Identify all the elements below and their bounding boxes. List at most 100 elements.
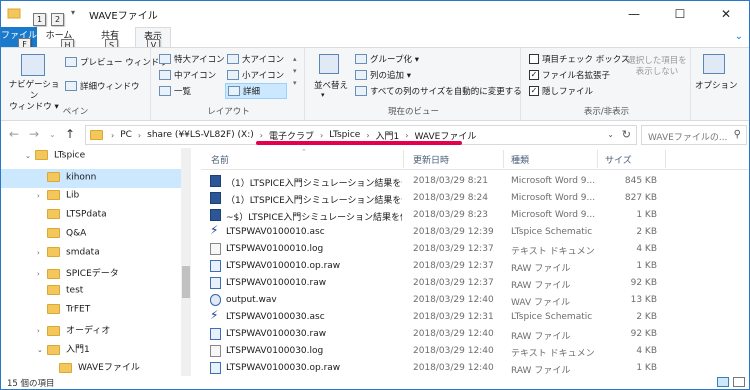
nav-item-label: Lib [66, 190, 80, 201]
nav-item-trfet[interactable]: TrFET [1, 304, 181, 323]
layout-extra-large-icons[interactable]: 特大アイコン [159, 53, 225, 65]
column-divider[interactable] [403, 150, 404, 168]
nav-item-kihonn[interactable]: kihonn [1, 169, 181, 188]
collapsed-arrow-icon[interactable]: › [37, 192, 47, 200]
recent-chevron-icon[interactable]: ⌄ [49, 130, 56, 139]
options-icon[interactable] [703, 54, 725, 74]
minimize-button[interactable]: — [611, 1, 657, 27]
autosize-columns-button[interactable]: すべての列のサイズを自動的に変更する [355, 85, 522, 97]
window-title: WAVEファイル [89, 11, 158, 22]
file-row[interactable]: LTSPWAV0100030.raw 2018/03/29 12:40 RAW ファ… [201, 326, 741, 343]
details-pane-button[interactable]: 詳細ウィンドウ [65, 80, 140, 92]
group-label-show-hide: 表示/非表示 [583, 107, 630, 117]
column-header-type[interactable]: 種類 [511, 153, 529, 166]
item-checkboxes-checkbox[interactable] [529, 54, 539, 64]
column-header-date[interactable]: 更新日時 [413, 153, 449, 166]
column-header-size[interactable]: サイズ [605, 153, 632, 166]
nav-item-audio[interactable]: › オーディオ [1, 323, 181, 342]
breadcrumb-pc[interactable]: PC [120, 130, 132, 140]
breadcrumb-ltspice[interactable]: LTspice [329, 130, 360, 140]
file-row[interactable]: LTSPWAV0100010.raw 2018/03/29 12:37 RAW ファ… [201, 275, 741, 292]
ribbon-expand-icon[interactable]: ⌄ [735, 31, 743, 42]
address-dropdown-icon[interactable]: ⌄ [607, 130, 614, 139]
nav-item-ltspice[interactable]: ⌄ LTspice [1, 150, 181, 169]
file-extensions-checkbox[interactable]: ✓ [529, 70, 539, 80]
hide-selected-items-button[interactable]: 選択した項目を 表示しない [625, 56, 689, 78]
nav-item-label: test [66, 285, 84, 296]
layout-scroll-arrows-icon[interactable]: ▴ ▾ ▾ [293, 53, 297, 89]
breadcrumb-wave-files[interactable]: WAVEファイル [414, 129, 476, 142]
autosize-columns-label: すべての列のサイズを自動的に変更する [370, 87, 522, 97]
layout-details[interactable]: 詳細 [225, 83, 288, 99]
navigation-pane-icon[interactable] [21, 54, 45, 76]
large-icons-view-icon[interactable] [733, 377, 745, 387]
hidden-items-checkbox[interactable]: ✓ [529, 86, 539, 96]
nav-item-smdata[interactable]: › smdata [1, 247, 181, 266]
file-row[interactable]: （1）LTSPICE入門シミュレーション結果を保... 2018/03/29 8:… [201, 173, 741, 190]
layout-large-icons[interactable]: 大アイコン [227, 53, 284, 65]
folder-icon [47, 190, 60, 200]
layout-list[interactable]: 一覧 [159, 85, 191, 97]
column-divider[interactable] [597, 150, 598, 168]
collapsed-arrow-icon[interactable]: › [37, 270, 47, 278]
nav-item-qa[interactable]: Q&A [1, 228, 181, 247]
expanded-arrow-icon[interactable]: ⌄ [25, 152, 35, 160]
collapsed-arrow-icon[interactable]: › [37, 327, 47, 335]
nav-item-ltspdata[interactable]: LTSPdata [1, 209, 181, 228]
ribbon: ナビゲーション ウィンドウ ▾ プレビュー ウィンドウ 詳細ウィンドウ ペイン … [1, 47, 749, 121]
expanded-arrow-icon[interactable]: ⌄ [37, 346, 47, 354]
file-extensions-toggle[interactable]: ✓ ファイル名拡張子 [529, 69, 610, 81]
up-arrow-icon[interactable]: ↑ [65, 127, 75, 141]
breadcrumb-denshi-club[interactable]: 電子クラブ [269, 129, 314, 142]
group-by-button[interactable]: グループ化 ▾ [355, 53, 419, 65]
file-row[interactable]: ⚡ LTSPWAV0100010.asc 2018/03/29 12:39 LTspi… [201, 224, 741, 241]
layout-medium-icons[interactable]: 中アイコン [159, 69, 216, 81]
close-button[interactable]: ✕ [703, 1, 749, 27]
file-date: 2018/03/29 12:39 [413, 227, 494, 237]
file-row[interactable]: output.wav 2018/03/29 12:40 WAV ファイル 13 KB [201, 292, 741, 309]
sort-chevron-icon[interactable]: ▾ [321, 91, 325, 99]
nav-item-lib[interactable]: › Lib [1, 190, 181, 209]
file-extensions-label: ファイル名拡張子 [542, 71, 611, 81]
add-columns-button[interactable]: 列の追加 ▾ [355, 69, 411, 81]
file-row[interactable]: LTSPWAV0100030.log 2018/03/29 12:40 テキスト ド… [201, 343, 741, 360]
breadcrumb-nyumon1[interactable]: 入門1 [376, 129, 400, 142]
scrollbar-thumb[interactable] [182, 266, 190, 298]
sort-icon[interactable] [319, 54, 339, 74]
file-row[interactable]: ~$）LTSPICE入門シミュレーション結果を保存... 2018/03/29 8… [201, 207, 741, 224]
layout-small-icons[interactable]: 小アイコン [227, 69, 284, 81]
maximize-button[interactable]: ☐ [657, 1, 703, 27]
collapsed-arrow-icon[interactable]: › [37, 249, 47, 257]
hidden-items-toggle[interactable]: ✓ 隠しファイル [529, 85, 593, 97]
quick-access-chevron-icon[interactable]: ▾ [71, 8, 75, 17]
column-divider[interactable] [503, 150, 504, 168]
column-divider[interactable] [665, 150, 666, 168]
refresh-icon[interactable]: ↻ [622, 128, 631, 141]
nav-item-spice-data[interactable]: › SPICEデータ [1, 266, 181, 285]
sort-button[interactable]: 並べ替え [311, 79, 351, 91]
nav-item-test[interactable]: test [1, 285, 181, 304]
forward-arrow-icon[interactable]: → [29, 127, 39, 141]
file-row[interactable]: LTSPWAV0100010.op.raw 2018/03/29 12:37 RAW… [201, 258, 741, 275]
layout-label: 大アイコン [242, 55, 285, 65]
file-row[interactable]: （1）LTSPICE入門シミュレーション結果を保... 2018/03/29 8:… [201, 190, 741, 207]
status-bar: 15 個の項目 [1, 376, 749, 389]
file-row[interactable]: ⚡ LTSPWAV0100030.asc 2018/03/29 12:31 LTspi… [201, 309, 741, 326]
item-checkboxes-toggle[interactable]: 項目チェック ボックス [529, 53, 629, 65]
file-row[interactable]: LTSPWAV0100030.op.raw 2018/03/29 12:40 RAW… [201, 360, 741, 377]
layout-label: 詳細 [243, 87, 261, 97]
search-input[interactable]: WAVEファイルの... ⚲ [641, 125, 747, 145]
options-button[interactable]: オプション [695, 79, 738, 91]
details-view-icon[interactable] [717, 377, 729, 387]
nav-pane-scrollbar[interactable] [181, 148, 191, 376]
search-icon[interactable]: ⚲ [734, 129, 741, 140]
nav-item-nyumon1[interactable]: ⌄ 入門1 [1, 342, 181, 361]
asc-file-icon: ⚡ [210, 308, 219, 322]
file-row[interactable]: LTSPWAV0100010.log 2018/03/29 12:37 テキスト ド… [201, 241, 741, 258]
column-header-name[interactable]: 名前 [211, 153, 229, 166]
nav-item-label: SPICEデータ [66, 269, 119, 279]
back-arrow-icon[interactable]: ← [9, 127, 19, 141]
breadcrumb-separator-icon: › [137, 130, 142, 140]
log-file-icon [210, 243, 221, 255]
breadcrumb-share[interactable]: share (¥¥LS-VL82F) (X:) [147, 130, 254, 140]
